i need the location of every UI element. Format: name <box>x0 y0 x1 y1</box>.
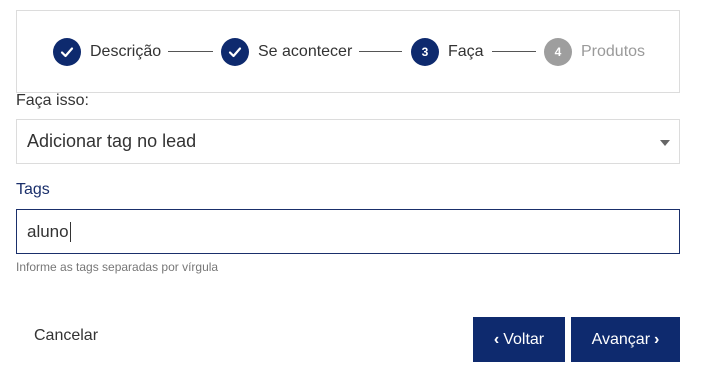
back-button-label: Voltar <box>503 330 545 348</box>
step-label: Faça <box>448 43 484 60</box>
action-select-value: Adicionar tag no lead <box>27 131 197 151</box>
step-number: 4 <box>544 38 572 66</box>
next-button[interactable]: Avançar › <box>571 317 680 362</box>
action-label: Faça isso: <box>16 92 89 109</box>
step-se-acontecer[interactable]: Se acontecer <box>221 38 352 66</box>
tags-hint: Informe as tags separadas por vírgula <box>16 260 219 274</box>
step-connector <box>492 51 536 52</box>
cancel-button[interactable]: Cancelar <box>34 327 98 345</box>
chevron-right-icon: › <box>654 330 660 348</box>
tags-input-value: aluno <box>27 221 69 241</box>
check-icon <box>53 38 81 66</box>
caret-down-icon <box>660 140 670 146</box>
step-label: Produtos <box>581 43 646 60</box>
step-number: 3 <box>411 38 439 66</box>
tags-input[interactable]: aluno <box>16 209 680 254</box>
tags-label: Tags <box>16 181 50 198</box>
step-faca[interactable]: 3 Faça <box>411 38 484 66</box>
step-connector <box>168 51 213 52</box>
action-select[interactable]: Adicionar tag no lead <box>16 119 680 164</box>
step-descricao[interactable]: Descrição <box>53 38 161 66</box>
chevron-left-icon: ‹ <box>493 330 500 348</box>
check-icon <box>221 38 249 66</box>
step-connector <box>359 51 402 52</box>
wizard-stepper: Descrição Se acontecer 3 Faça 4 Produtos <box>16 10 680 93</box>
text-cursor <box>69 221 71 242</box>
step-produtos[interactable]: 4 Produtos <box>544 38 645 66</box>
back-button[interactable]: ‹ Voltar <box>473 317 565 362</box>
step-label: Descrição <box>90 43 162 60</box>
next-button-label: Avançar <box>591 330 651 348</box>
step-label: Se acontecer <box>258 43 353 60</box>
